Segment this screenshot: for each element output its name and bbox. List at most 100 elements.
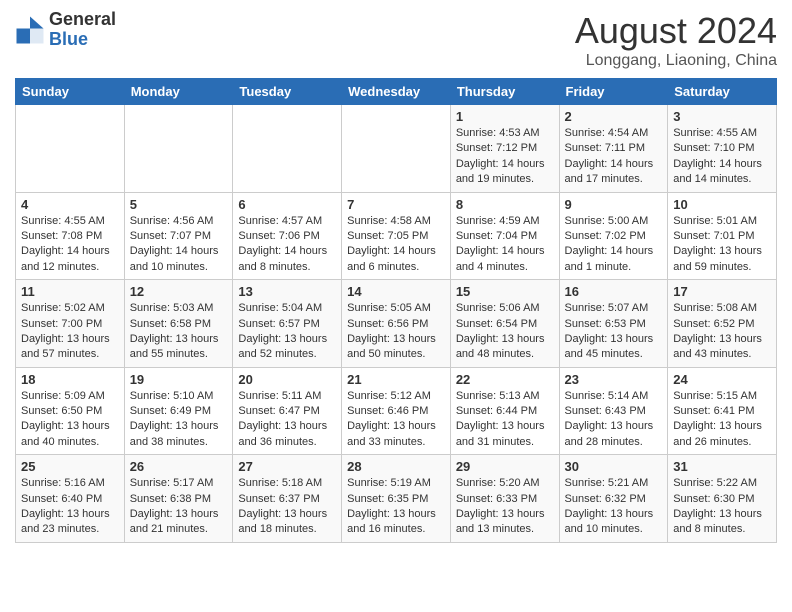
- day-number: 2: [565, 109, 663, 124]
- cell-sun-info: Sunrise: 5:08 AM Sunset: 6:52 PM Dayligh…: [673, 301, 771, 363]
- cell-sun-info: Sunrise: 5:19 AM Sunset: 6:35 PM Dayligh…: [347, 476, 445, 538]
- day-number: 31: [673, 459, 771, 474]
- cell-sun-info: Sunrise: 5:10 AM Sunset: 6:49 PM Dayligh…: [130, 389, 228, 451]
- calendar-cell: 14Sunrise: 5:05 AM Sunset: 6:56 PM Dayli…: [342, 280, 451, 368]
- calendar-cell: 10 Sunrise: 5:01 AM Sunset: 7:01 PM Dayli…: [668, 192, 777, 280]
- calendar-week-row: 18Sunrise: 5:09 AM Sunset: 6:50 PM Dayli…: [16, 367, 777, 455]
- cell-sun-info: Sunrise: 5:15 AM Sunset: 6:41 PM Dayligh…: [673, 389, 771, 451]
- calendar-cell: 30Sunrise: 5:21 AM Sunset: 6:32 PM Dayli…: [559, 455, 668, 543]
- day-number: 1: [456, 109, 554, 124]
- calendar-week-row: 4 Sunrise: 4:55 AM Sunset: 7:08 PM Daylig…: [16, 192, 777, 280]
- day-number: 7: [347, 197, 445, 212]
- logo-general-text: General: [49, 9, 116, 29]
- day-number: 15: [456, 284, 554, 299]
- day-number: 6: [238, 197, 336, 212]
- calendar-cell: 8 Sunrise: 4:59 AM Sunset: 7:04 PM Daylig…: [450, 192, 559, 280]
- calendar-cell: 28 Sunrise: 5:19 AM Sunset: 6:35 PM Dayli…: [342, 455, 451, 543]
- calendar-cell: [233, 105, 342, 193]
- calendar-cell: 25 Sunrise: 5:16 AM Sunset: 6:40 PM Dayli…: [16, 455, 125, 543]
- calendar-cell: 13 Sunrise: 5:04 AM Sunset: 6:57 PM Dayli…: [233, 280, 342, 368]
- day-of-week-header: Friday: [559, 79, 668, 105]
- calendar-cell: 4 Sunrise: 4:55 AM Sunset: 7:08 PM Daylig…: [16, 192, 125, 280]
- calendar-cell: 27 Sunrise: 5:18 AM Sunset: 6:37 PM Dayli…: [233, 455, 342, 543]
- day-number: 27: [238, 459, 336, 474]
- day-of-week-header: Thursday: [450, 79, 559, 105]
- cell-sun-info: Sunrise: 5:20 AM Sunset: 6:33 PM Dayligh…: [456, 476, 554, 538]
- location-text: Longgang, Liaoning, China: [575, 52, 777, 70]
- cell-sun-info: Sunrise: 5:04 AM Sunset: 6:57 PM Dayligh…: [238, 301, 336, 363]
- day-number: 5: [130, 197, 228, 212]
- day-number: 12: [130, 284, 228, 299]
- cell-sun-info: Sunrise: 4:55 AM Sunset: 7:10 PM Dayligh…: [673, 126, 771, 188]
- cell-sun-info: Sunrise: 5:18 AM Sunset: 6:37 PM Dayligh…: [238, 476, 336, 538]
- calendar-week-row: 25 Sunrise: 5:16 AM Sunset: 6:40 PM Dayli…: [16, 455, 777, 543]
- calendar-cell: 18Sunrise: 5:09 AM Sunset: 6:50 PM Dayli…: [16, 367, 125, 455]
- cell-sun-info: Sunrise: 4:55 AM Sunset: 7:08 PM Dayligh…: [21, 214, 119, 276]
- cell-sun-info: Sunrise: 5:21 AM Sunset: 6:32 PM Dayligh…: [565, 476, 663, 538]
- calendar-week-row: 1Sunrise: 4:53 AM Sunset: 7:12 PM Daylig…: [16, 105, 777, 193]
- calendar-cell: 9 Sunrise: 5:00 AM Sunset: 7:02 PM Daylig…: [559, 192, 668, 280]
- cell-sun-info: Sunrise: 5:22 AM Sunset: 6:30 PM Dayligh…: [673, 476, 771, 538]
- cell-sun-info: Sunrise: 5:00 AM Sunset: 7:02 PM Dayligh…: [565, 214, 663, 276]
- calendar-cell: 19 Sunrise: 5:10 AM Sunset: 6:49 PM Dayli…: [124, 367, 233, 455]
- day-number: 9: [565, 197, 663, 212]
- cell-sun-info: Sunrise: 5:05 AM Sunset: 6:56 PM Dayligh…: [347, 301, 445, 363]
- day-number: 13: [238, 284, 336, 299]
- day-number: 8: [456, 197, 554, 212]
- day-number: 24: [673, 372, 771, 387]
- cell-sun-info: Sunrise: 5:07 AM Sunset: 6:53 PM Dayligh…: [565, 301, 663, 363]
- cell-sun-info: Sunrise: 5:09 AM Sunset: 6:50 PM Dayligh…: [21, 389, 119, 451]
- calendar-cell: 20Sunrise: 5:11 AM Sunset: 6:47 PM Dayli…: [233, 367, 342, 455]
- day-of-week-header: Monday: [124, 79, 233, 105]
- title-block: August 2024 Longgang, Liaoning, China: [575, 10, 777, 70]
- calendar-header-row: SundayMondayTuesdayWednesdayThursdayFrid…: [16, 79, 777, 105]
- calendar-cell: 22Sunrise: 5:13 AM Sunset: 6:44 PM Dayli…: [450, 367, 559, 455]
- cell-sun-info: Sunrise: 5:03 AM Sunset: 6:58 PM Dayligh…: [130, 301, 228, 363]
- calendar-cell: [342, 105, 451, 193]
- calendar-table: SundayMondayTuesdayWednesdayThursdayFrid…: [15, 78, 777, 543]
- calendar-cell: 7 Sunrise: 4:58 AM Sunset: 7:05 PM Daylig…: [342, 192, 451, 280]
- month-title: August 2024: [575, 10, 777, 52]
- cell-sun-info: Sunrise: 5:14 AM Sunset: 6:43 PM Dayligh…: [565, 389, 663, 451]
- calendar-cell: 16 Sunrise: 5:07 AM Sunset: 6:53 PM Dayli…: [559, 280, 668, 368]
- day-of-week-header: Tuesday: [233, 79, 342, 105]
- day-number: 11: [21, 284, 119, 299]
- calendar-cell: 3 Sunrise: 4:55 AM Sunset: 7:10 PM Daylig…: [668, 105, 777, 193]
- cell-sun-info: Sunrise: 5:02 AM Sunset: 7:00 PM Dayligh…: [21, 301, 119, 363]
- logo-blue-text: Blue: [49, 29, 88, 49]
- day-number: 3: [673, 109, 771, 124]
- day-number: 23: [565, 372, 663, 387]
- calendar-cell: 6Sunrise: 4:57 AM Sunset: 7:06 PM Daylig…: [233, 192, 342, 280]
- day-number: 10: [673, 197, 771, 212]
- page-header: General Blue August 2024 Longgang, Liaon…: [15, 10, 777, 70]
- day-number: 4: [21, 197, 119, 212]
- calendar-cell: 24 Sunrise: 5:15 AM Sunset: 6:41 PM Dayli…: [668, 367, 777, 455]
- cell-sun-info: Sunrise: 4:58 AM Sunset: 7:05 PM Dayligh…: [347, 214, 445, 276]
- day-number: 21: [347, 372, 445, 387]
- calendar-cell: 12 Sunrise: 5:03 AM Sunset: 6:58 PM Dayli…: [124, 280, 233, 368]
- cell-sun-info: Sunrise: 4:54 AM Sunset: 7:11 PM Dayligh…: [565, 126, 663, 188]
- calendar-cell: 15Sunrise: 5:06 AM Sunset: 6:54 PM Dayli…: [450, 280, 559, 368]
- day-of-week-header: Sunday: [16, 79, 125, 105]
- calendar-cell: 11 Sunrise: 5:02 AM Sunset: 7:00 PM Dayli…: [16, 280, 125, 368]
- day-number: 19: [130, 372, 228, 387]
- cell-sun-info: Sunrise: 5:11 AM Sunset: 6:47 PM Dayligh…: [238, 389, 336, 451]
- day-number: 29: [456, 459, 554, 474]
- calendar-cell: 1Sunrise: 4:53 AM Sunset: 7:12 PM Daylig…: [450, 105, 559, 193]
- calendar-cell: 29 Sunrise: 5:20 AM Sunset: 6:33 PM Dayli…: [450, 455, 559, 543]
- cell-sun-info: Sunrise: 4:59 AM Sunset: 7:04 PM Dayligh…: [456, 214, 554, 276]
- day-number: 25: [21, 459, 119, 474]
- day-number: 28: [347, 459, 445, 474]
- logo-icon: [15, 15, 45, 45]
- cell-sun-info: Sunrise: 5:16 AM Sunset: 6:40 PM Dayligh…: [21, 476, 119, 538]
- calendar-cell: [124, 105, 233, 193]
- calendar-week-row: 11 Sunrise: 5:02 AM Sunset: 7:00 PM Dayli…: [16, 280, 777, 368]
- calendar-cell: 2 Sunrise: 4:54 AM Sunset: 7:11 PM Daylig…: [559, 105, 668, 193]
- calendar-cell: 17Sunrise: 5:08 AM Sunset: 6:52 PM Dayli…: [668, 280, 777, 368]
- cell-sun-info: Sunrise: 5:01 AM Sunset: 7:01 PM Dayligh…: [673, 214, 771, 276]
- day-number: 16: [565, 284, 663, 299]
- cell-sun-info: Sunrise: 5:17 AM Sunset: 6:38 PM Dayligh…: [130, 476, 228, 538]
- calendar-cell: 5Sunrise: 4:56 AM Sunset: 7:07 PM Daylig…: [124, 192, 233, 280]
- day-number: 22: [456, 372, 554, 387]
- day-number: 26: [130, 459, 228, 474]
